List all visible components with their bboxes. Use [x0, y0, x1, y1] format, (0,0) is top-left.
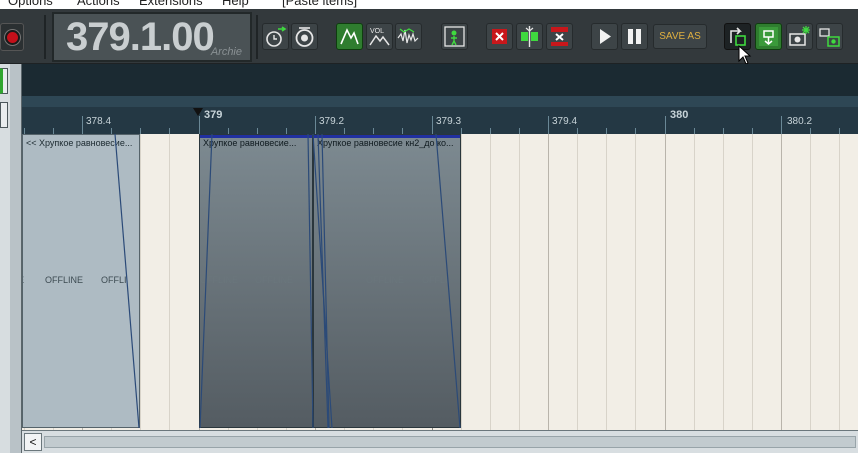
ruler-tick	[82, 116, 83, 134]
arrange-view[interactable]: << Хрупкое равновесие... E OFFLINE OFFLI…	[22, 134, 858, 430]
metronome-clock-button[interactable]	[262, 23, 289, 50]
scroll-left-button[interactable]: <	[24, 433, 42, 451]
ruler-tick	[548, 116, 549, 134]
ruler-tick	[665, 116, 666, 134]
grid-line	[694, 134, 695, 430]
grid-line	[839, 134, 840, 430]
toolbar-divider	[256, 15, 258, 59]
menu-options[interactable]: Options	[8, 0, 53, 8]
mouse-pointer-icon	[738, 45, 752, 65]
grid-line	[548, 134, 549, 430]
grid-line	[606, 134, 607, 430]
clock-arrow-icon	[266, 26, 287, 47]
scroll-thumb[interactable]	[44, 436, 856, 448]
track-arm-button[interactable]	[0, 68, 8, 94]
menu-bar: Options Actions Extensions Help [Paste i…	[0, 0, 858, 9]
glue-icon	[759, 27, 778, 46]
ruler-tick	[315, 116, 316, 134]
grid-line	[490, 134, 491, 430]
main-toolbar: 379.1.00 Archie VOL SAVE AS	[0, 9, 858, 65]
toolbar-divider	[44, 15, 46, 59]
ruler-tick	[432, 116, 433, 134]
arrange-top-strip	[22, 64, 858, 96]
edit-cursor-marker[interactable]	[193, 108, 203, 116]
media-item-selected[interactable]: Хрупкое равновесие кн2_до ко... OFFLINE …	[313, 134, 461, 428]
offline-label: OFFLINE	[200, 275, 239, 285]
delete-track-button[interactable]	[546, 23, 573, 50]
cycle-icon	[295, 27, 314, 47]
track-mute-button[interactable]	[0, 102, 8, 128]
save-as-button[interactable]: SAVE AS	[653, 24, 707, 49]
camera-star-icon	[789, 26, 810, 46]
ruler-label: 378.4	[86, 116, 112, 127]
track-control-panel	[0, 64, 22, 453]
media-item-selected[interactable]: Хрупкое равновесие... OFFLINE OFFLINE	[199, 134, 313, 428]
timeline-ruler[interactable]: 378.4 379 379.2 379.3 379.4 380 380.2	[22, 96, 858, 134]
item-name: Хрупкое равновесие кн2_до ко...	[317, 138, 454, 148]
camera-swap-icon	[819, 28, 840, 47]
vol-icon: VOL	[369, 28, 390, 46]
offline-label: OFFLI	[101, 275, 127, 285]
ruler-tick	[781, 116, 782, 134]
menu-help[interactable]: Help	[222, 0, 249, 8]
grid-line	[665, 134, 666, 430]
svg-text:VOL: VOL	[370, 28, 384, 35]
delete-x-icon	[492, 29, 507, 44]
grid-line	[810, 134, 811, 430]
volume-envelope-button[interactable]: VOL	[366, 23, 393, 50]
envelope-tool-button[interactable]	[336, 23, 363, 50]
offline-label: OFFLINE	[45, 275, 84, 285]
offline-label: E	[23, 275, 24, 285]
menu-extensions[interactable]: Extensions	[139, 0, 203, 8]
ruler-label: 379.4	[552, 116, 578, 127]
time-subtitle: Archie	[210, 46, 242, 58]
ruler-tick	[199, 116, 200, 134]
split-items-button[interactable]	[516, 23, 543, 50]
play-icon	[600, 29, 611, 44]
grid-line	[723, 134, 724, 430]
grid-line	[781, 134, 782, 430]
time-display[interactable]: 379.1.00 Archie	[52, 12, 252, 62]
remove-items-button[interactable]	[486, 23, 513, 50]
grid-line	[577, 134, 578, 430]
person-frame-icon	[444, 26, 465, 47]
offline-label: OFFLINE	[255, 275, 294, 285]
time-readout: 379.1.00	[66, 15, 215, 59]
split-icon	[521, 26, 538, 47]
play-button[interactable]	[591, 23, 618, 50]
ruler-label: 379.3	[436, 116, 462, 127]
ruler-label: 379	[204, 109, 223, 121]
menu-paste-items[interactable]: [Paste items]	[282, 0, 357, 8]
grid-line	[461, 134, 462, 430]
ruler-label: 380.2	[787, 116, 813, 127]
screenset-button[interactable]	[816, 23, 843, 50]
record-icon	[5, 30, 20, 45]
snapshot-button[interactable]	[786, 23, 813, 50]
ruler-region-band[interactable]	[22, 96, 858, 107]
ruler-label: 380	[670, 109, 689, 121]
media-item[interactable]: << Хрупкое равновесие... E OFFLINE OFFLI	[22, 134, 140, 428]
pause-icon	[628, 29, 641, 44]
glue-items-button[interactable]	[755, 23, 782, 50]
waveform-icon	[397, 28, 419, 44]
item-lock-button[interactable]	[441, 23, 468, 50]
grid-line	[635, 134, 636, 430]
offline-label: OFFLI	[422, 275, 448, 285]
envelope-icon	[340, 27, 359, 46]
item-name: Хрупкое равновесие...	[203, 138, 297, 148]
item-name: << Хрупкое равновесие...	[26, 138, 133, 148]
grid-line	[169, 134, 170, 430]
grid-line	[140, 134, 141, 430]
menu-actions[interactable]: Actions	[77, 0, 120, 8]
waveform-envelope-button[interactable]	[395, 23, 422, 50]
offline-label: OFFLINE	[366, 275, 405, 285]
ruler-label: 379.2	[319, 116, 345, 127]
delete-track-icon	[551, 27, 568, 46]
record-button[interactable]	[0, 23, 24, 51]
grid-line	[752, 134, 753, 430]
grid-line	[519, 134, 520, 430]
pause-button[interactable]	[621, 23, 648, 50]
cycle-button[interactable]	[291, 23, 318, 50]
horizontal-scrollbar[interactable]: <	[22, 430, 858, 453]
